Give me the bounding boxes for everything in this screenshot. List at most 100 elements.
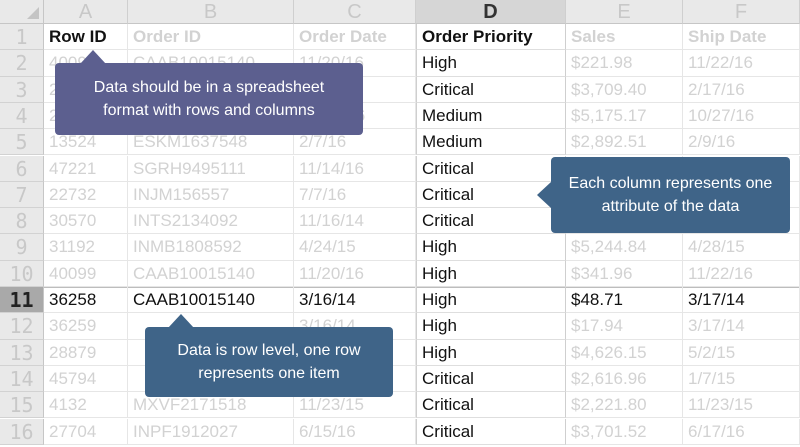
column-header-a[interactable]: A xyxy=(44,0,128,24)
table-cell[interactable]: Critical xyxy=(416,76,566,103)
table-cell[interactable]: High xyxy=(416,234,566,261)
callout-row-text: Data is row level, one row represents on… xyxy=(177,342,361,382)
table-cell[interactable]: 30570 xyxy=(44,208,128,235)
table-cell[interactable]: $341.96 xyxy=(566,260,683,287)
table-cell[interactable]: 47221 xyxy=(44,155,128,182)
table-cell[interactable]: 4132 xyxy=(44,392,128,419)
row-header-2[interactable]: 2 xyxy=(0,50,44,77)
header-cell-d[interactable]: Order Priority xyxy=(416,24,566,51)
column-header-b[interactable]: B xyxy=(128,0,294,24)
callout-column-text: Each column represents one attribute of … xyxy=(568,175,773,215)
table-cell[interactable]: 28879 xyxy=(44,339,128,366)
table-cell[interactable]: INMB1808592 xyxy=(128,234,294,261)
table-cell[interactable]: 27704 xyxy=(44,418,128,445)
table-cell[interactable]: $48.71 xyxy=(566,287,683,314)
table-cell[interactable]: Critical xyxy=(416,418,566,445)
table-cell[interactable]: 5/2/15 xyxy=(683,339,800,366)
table-cell[interactable]: $3,701.52 xyxy=(566,418,683,445)
table-cell[interactable]: $2,221.80 xyxy=(566,392,683,419)
table-cell[interactable]: $17.94 xyxy=(566,313,683,340)
column-header-e[interactable]: E xyxy=(566,0,683,24)
callout-row-pointer xyxy=(168,314,194,328)
table-cell[interactable]: 3/17/14 xyxy=(683,287,800,314)
table-cell[interactable]: INTS2134092 xyxy=(128,208,294,235)
column-header-c[interactable]: C xyxy=(294,0,416,24)
table-cell[interactable]: 2/9/16 xyxy=(683,129,800,156)
table-cell[interactable]: 3/16/14 xyxy=(294,287,416,314)
table-cell[interactable]: 3/17/14 xyxy=(683,313,800,340)
row-header-13[interactable]: 13 xyxy=(0,339,44,366)
table-cell[interactable]: 6/15/16 xyxy=(294,418,416,445)
table-cell[interactable]: $221.98 xyxy=(566,50,683,77)
callout-column-pointer xyxy=(537,182,551,208)
table-cell[interactable]: 11/22/16 xyxy=(683,50,800,77)
table-cell[interactable]: 1/7/15 xyxy=(683,365,800,393)
table-cell[interactable]: High xyxy=(416,260,566,287)
table-cell[interactable]: 36258 xyxy=(44,287,128,314)
row-header-16[interactable]: 16 xyxy=(0,418,44,445)
row-header-12[interactable]: 12 xyxy=(0,313,44,340)
table-cell[interactable]: High xyxy=(416,339,566,366)
header-cell-e[interactable]: Sales xyxy=(566,24,683,51)
table-cell[interactable]: CAAB10015140 xyxy=(128,287,294,314)
row-header-6[interactable]: 6 xyxy=(0,155,44,182)
table-cell[interactable]: 22732 xyxy=(44,181,128,209)
row-header-14[interactable]: 14 xyxy=(0,365,44,393)
table-cell[interactable]: 40099 xyxy=(44,260,128,287)
table-cell[interactable]: 7/7/16 xyxy=(294,181,416,209)
row-header-1[interactable]: 1 xyxy=(0,24,44,51)
table-cell[interactable]: Critical xyxy=(416,208,566,235)
header-cell-c[interactable]: Order Date xyxy=(294,24,416,51)
header-cell-a[interactable]: Row ID xyxy=(44,24,128,51)
table-cell[interactable]: 2/17/16 xyxy=(683,76,800,103)
table-cell[interactable]: High xyxy=(416,50,566,77)
table-cell[interactable]: 11/20/16 xyxy=(294,260,416,287)
table-cell[interactable]: 6/17/16 xyxy=(683,418,800,445)
table-cell[interactable]: 4/28/15 xyxy=(683,234,800,261)
row-header-10[interactable]: 10 xyxy=(0,260,44,287)
row-header-5[interactable]: 5 xyxy=(0,129,44,156)
table-cell[interactable]: INPF1912027 xyxy=(128,418,294,445)
table-cell[interactable]: $2,616.96 xyxy=(566,365,683,393)
table-cell[interactable]: SGRH9495111 xyxy=(128,155,294,182)
table-cell[interactable]: Medium xyxy=(416,102,566,130)
table-cell[interactable]: INJM156557 xyxy=(128,181,294,209)
row-header-9[interactable]: 9 xyxy=(0,234,44,261)
table-cell[interactable]: CAAB10015140 xyxy=(128,260,294,287)
table-cell[interactable]: Critical xyxy=(416,155,566,182)
callout-spreadsheet-text: Data should be in a spreadsheet format w… xyxy=(93,79,325,119)
select-all-corner[interactable] xyxy=(0,0,44,24)
callout-column: Each column represents one attribute of … xyxy=(551,157,790,233)
table-cell[interactable]: 11/22/16 xyxy=(683,260,800,287)
table-cell[interactable]: 11/23/15 xyxy=(683,392,800,419)
table-cell[interactable]: Critical xyxy=(416,365,566,393)
column-header-d[interactable]: D xyxy=(416,0,566,24)
table-cell[interactable]: 36259 xyxy=(44,313,128,340)
table-cell[interactable]: 11/16/14 xyxy=(294,208,416,235)
table-cell[interactable]: $2,892.51 xyxy=(566,129,683,156)
table-cell[interactable]: $3,709.40 xyxy=(566,76,683,103)
table-cell[interactable]: Critical xyxy=(416,392,566,419)
table-cell[interactable]: High xyxy=(416,287,566,314)
column-header-f[interactable]: F xyxy=(683,0,800,24)
header-cell-b[interactable]: Order ID xyxy=(128,24,294,51)
row-header-8[interactable]: 8 xyxy=(0,208,44,235)
callout-spreadsheet-pointer xyxy=(80,50,106,64)
table-cell[interactable]: 4/24/15 xyxy=(294,234,416,261)
row-header-11[interactable]: 11 xyxy=(0,287,44,314)
header-cell-f[interactable]: Ship Date xyxy=(683,24,800,51)
row-header-4[interactable]: 4 xyxy=(0,102,44,130)
table-cell[interactable]: 31192 xyxy=(44,234,128,261)
table-cell[interactable]: 45794 xyxy=(44,365,128,393)
row-header-7[interactable]: 7 xyxy=(0,181,44,209)
table-cell[interactable]: $4,626.15 xyxy=(566,339,683,366)
table-cell[interactable]: $5,244.84 xyxy=(566,234,683,261)
table-cell[interactable]: $5,175.17 xyxy=(566,102,683,130)
table-cell[interactable]: 10/27/16 xyxy=(683,102,800,130)
table-cell[interactable]: High xyxy=(416,313,566,340)
row-header-3[interactable]: 3 xyxy=(0,76,44,103)
table-cell[interactable]: 11/14/16 xyxy=(294,155,416,182)
table-cell[interactable]: Medium xyxy=(416,129,566,156)
row-header-15[interactable]: 15 xyxy=(0,392,44,419)
select-all-triangle-icon xyxy=(27,7,39,19)
